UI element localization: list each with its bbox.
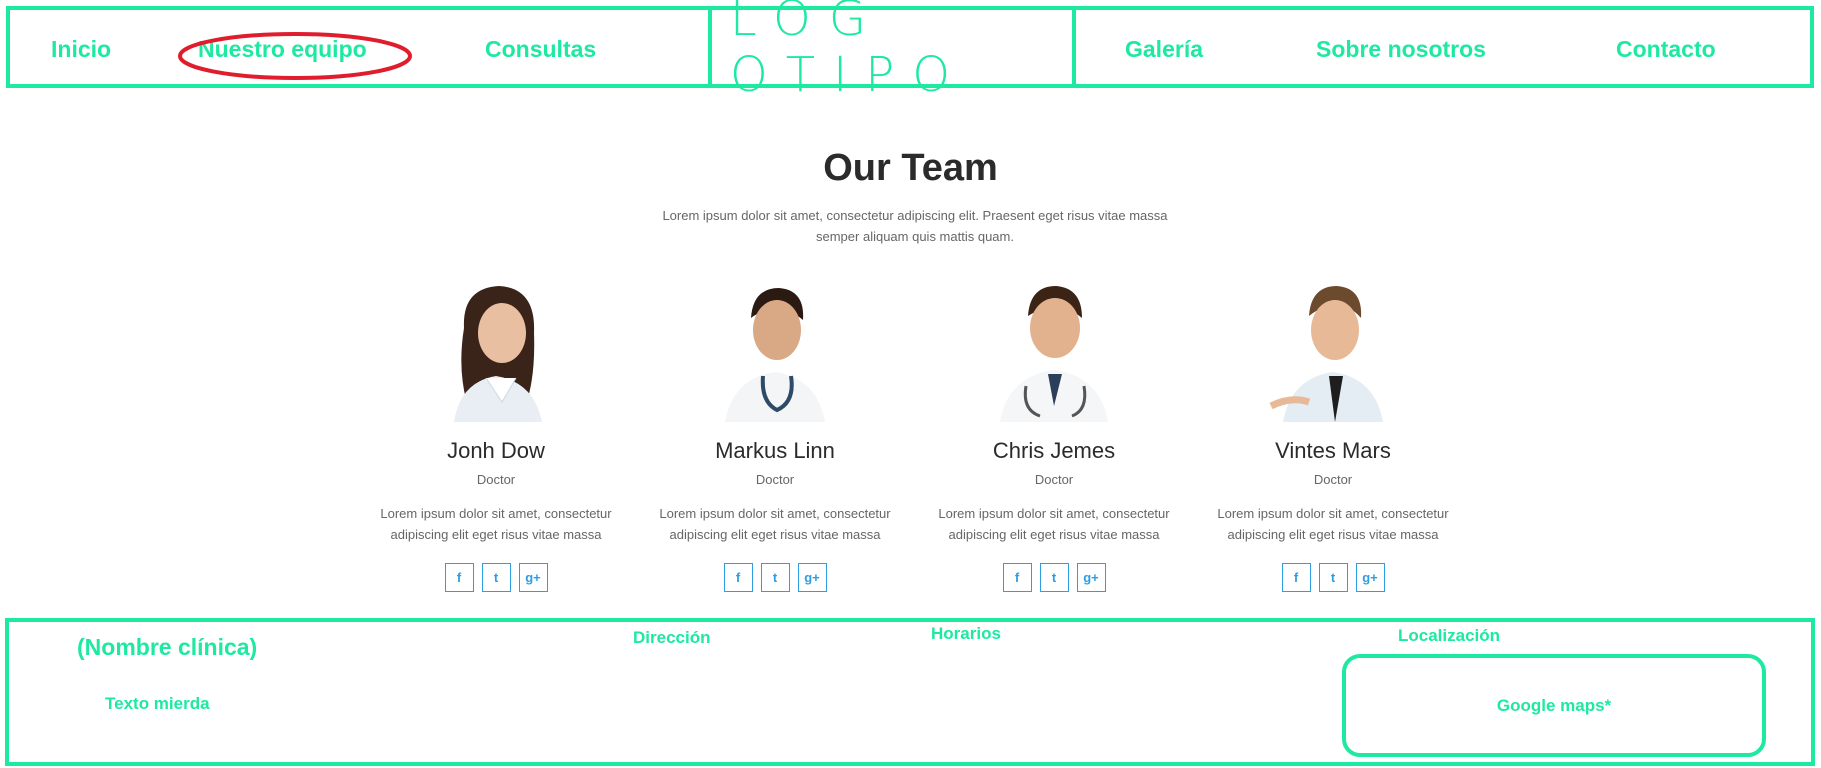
nav-inicio[interactable]: Inicio [51, 36, 111, 63]
header: Inicio Nuestro equipo Consultas LOG OTIP… [6, 0, 1814, 103]
twitter-icon[interactable]: t [760, 563, 790, 592]
logo: LOG OTIPO [730, 0, 968, 103]
address-label: Dirección [633, 628, 711, 647]
clinic-name: (Nombre clínica) [77, 634, 258, 660]
location-label: Localización [1398, 626, 1501, 645]
nav-consultas[interactable]: Consultas [485, 36, 596, 63]
member-description: Lorem ipsum dolor sit amet, consectetur … [938, 506, 1170, 542]
twitter-icon[interactable]: t [1039, 563, 1069, 592]
google-map-placeholder[interactable]: Google maps* [1342, 654, 1766, 757]
team-member-card: Jonh Dow Doctor Lorem ipsum dolor sit am… [366, 278, 626, 592]
twitter-icon[interactable]: t [481, 563, 511, 592]
member-name: Jonh Dow [447, 438, 545, 463]
member-description: Lorem ipsum dolor sit amet, consectetur … [659, 506, 891, 542]
facebook-icon[interactable]: f [1281, 563, 1311, 592]
member-photo [1260, 278, 1406, 422]
hours-label: Horarios [931, 624, 1001, 643]
active-nav-highlight [178, 32, 412, 80]
map-label: Google maps* [1496, 695, 1612, 715]
team-title: Our Team [823, 147, 998, 189]
google-plus-icon[interactable]: g+ [1355, 563, 1385, 592]
member-description: Lorem ipsum dolor sit amet, consectetur … [1217, 506, 1449, 542]
nav-contacto[interactable]: Contacto [1616, 36, 1716, 63]
twitter-icon[interactable]: t [1318, 563, 1348, 592]
google-plus-icon[interactable]: g+ [1076, 563, 1106, 592]
team-subtitle: Lorem ipsum dolor sit amet, consectetur … [662, 208, 1168, 244]
member-photo [702, 278, 848, 422]
member-role: Doctor [476, 472, 516, 487]
member-photo [981, 278, 1127, 422]
member-role: Doctor [755, 472, 795, 487]
facebook-icon[interactable]: f [1002, 563, 1032, 592]
social-links: f t g+ [1203, 563, 1463, 592]
social-links: f t g+ [645, 563, 905, 592]
footer: (Nombre clínica) Texto mierda Dirección … [5, 618, 1815, 766]
google-plus-icon[interactable]: g+ [797, 563, 827, 592]
member-name: Markus Linn [715, 438, 835, 463]
member-photo [423, 278, 569, 422]
google-plus-icon[interactable]: g+ [518, 563, 548, 592]
member-name: Chris Jemes [992, 438, 1116, 463]
footer-text: Texto mierda [105, 694, 210, 713]
team-member-card: Markus Linn Doctor Lorem ipsum dolor sit… [645, 278, 905, 592]
team-member-card: Vintes Mars Doctor Lorem ipsum dolor sit… [1203, 278, 1463, 592]
logo-box[interactable]: LOG OTIPO [708, 0, 1076, 103]
social-links: f t g+ [366, 563, 626, 592]
member-role: Doctor [1313, 472, 1353, 487]
facebook-icon[interactable]: f [723, 563, 753, 592]
nav-galeria[interactable]: Galería [1125, 36, 1203, 63]
nav-sobre-nosotros[interactable]: Sobre nosotros [1316, 36, 1486, 63]
facebook-icon[interactable]: f [444, 563, 474, 592]
member-role: Doctor [1034, 472, 1074, 487]
member-description: Lorem ipsum dolor sit amet, consectetur … [380, 506, 612, 542]
member-name: Vintes Mars [1275, 438, 1391, 463]
team-member-card: Chris Jemes Doctor Lorem ipsum dolor sit… [924, 278, 1184, 592]
social-links: f t g+ [924, 563, 1184, 592]
